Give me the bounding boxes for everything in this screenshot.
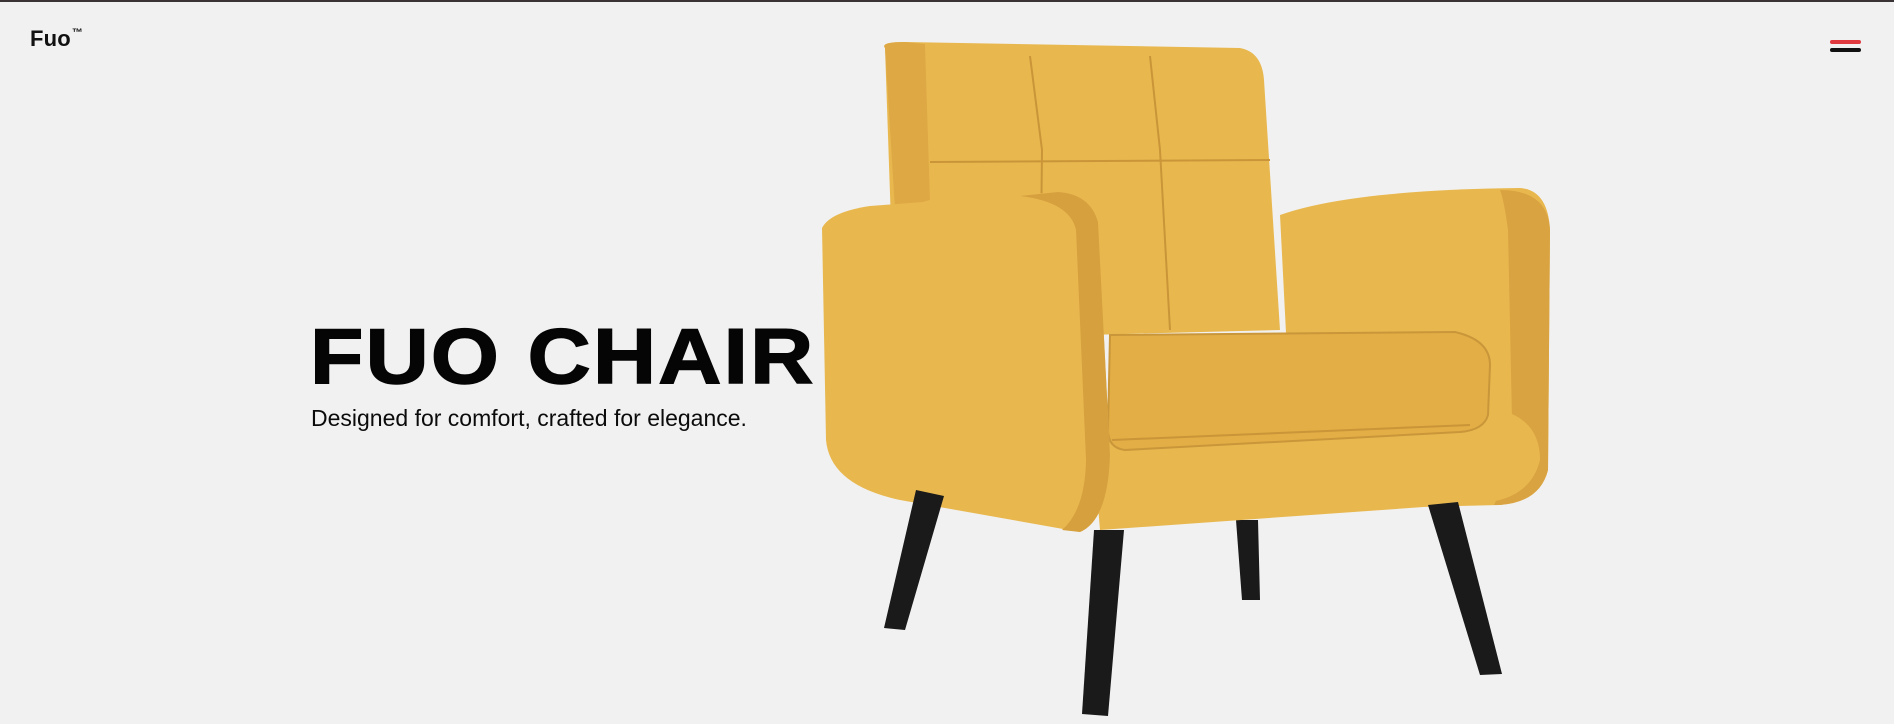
menu-bar-top: [1830, 40, 1861, 44]
menu-bar-bottom: [1830, 48, 1861, 52]
top-border: [0, 0, 1894, 2]
chair-leg-front-right: [1428, 502, 1502, 675]
chair-leg-back: [1236, 520, 1260, 600]
trademark-mark: ™: [71, 26, 84, 39]
chair-arm-left: [822, 192, 1110, 532]
logo-text: Fuo: [30, 26, 71, 51]
hero-title: FUO CHAIR: [309, 312, 816, 400]
hamburger-menu-icon[interactable]: [1830, 38, 1864, 58]
chair-image: [822, 42, 1550, 716]
brand-logo[interactable]: Fuo™: [30, 26, 83, 52]
hero-subtitle: Designed for comfort, crafted for elegan…: [311, 405, 747, 431]
chair-leg-front-center: [1082, 530, 1124, 716]
chair-leg-front-left: [884, 490, 944, 630]
